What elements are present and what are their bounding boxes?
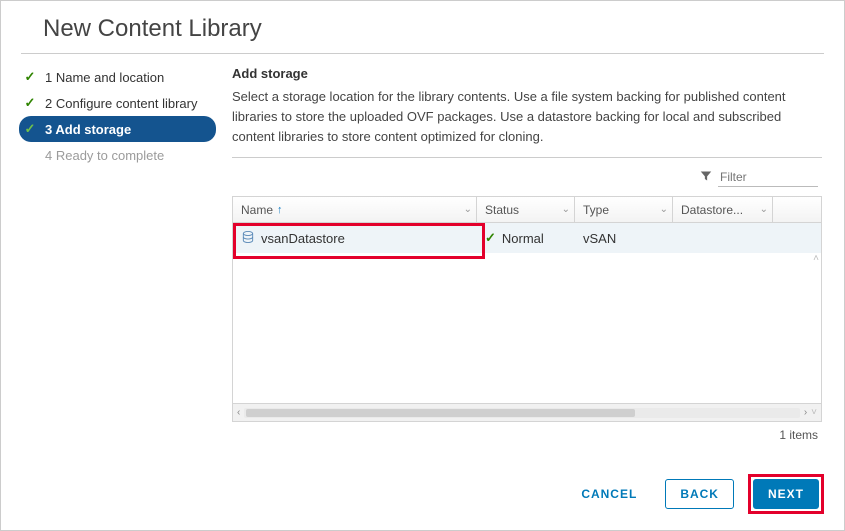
- filter-row: [232, 164, 822, 190]
- datastore-icon: [241, 230, 255, 247]
- step-list: ✓ 1 Name and location ✓ 2 Configure cont…: [1, 54, 226, 462]
- sort-asc-icon: ↑: [277, 204, 283, 216]
- cell-spacer: [773, 223, 821, 253]
- grid-body: vsanDatastore ✓ Normal vSAN: [233, 223, 821, 403]
- chevron-down-icon[interactable]: ⌄: [660, 204, 668, 215]
- wizard-footer: CANCEL BACK NEXT: [1, 462, 844, 530]
- scroll-down-icon[interactable]: ˅: [811, 407, 817, 418]
- step-label: 4 Ready to complete: [45, 148, 164, 163]
- filter-input[interactable]: [718, 168, 818, 187]
- cell-status-text: Normal: [502, 231, 544, 246]
- wizard-body: ✓ 1 Name and location ✓ 2 Configure cont…: [1, 54, 844, 462]
- table-row[interactable]: vsanDatastore ✓ Normal vSAN: [233, 223, 821, 253]
- column-type[interactable]: Type ⌄: [575, 197, 673, 222]
- cell-name-text: vsanDatastore: [261, 231, 345, 246]
- column-datastore-cluster[interactable]: Datastore... ⌄: [673, 197, 773, 222]
- scroll-up-icon[interactable]: ˄: [813, 253, 819, 264]
- column-label: Name: [241, 203, 273, 217]
- step-label: 2 Configure content library: [45, 96, 197, 111]
- column-label: Type: [583, 203, 609, 217]
- column-spacer: [773, 197, 821, 222]
- section-description: Select a storage location for the librar…: [232, 87, 822, 147]
- status-ok-icon: ✓: [485, 230, 496, 246]
- step-name-location[interactable]: ✓ 1 Name and location: [19, 64, 216, 90]
- check-icon: ✓: [23, 69, 37, 85]
- chevron-down-icon[interactable]: ⌄: [562, 204, 570, 215]
- scroll-left-icon[interactable]: ‹: [237, 407, 240, 418]
- grid-items-count: 1 items: [232, 422, 822, 444]
- datastore-grid: Name ↑ ⌄ Status ⌄ Type ⌄ Datastore...: [232, 196, 822, 422]
- check-icon: ✓: [23, 95, 37, 111]
- column-status[interactable]: Status ⌄: [477, 197, 575, 222]
- column-name[interactable]: Name ↑ ⌄: [233, 197, 477, 222]
- highlight-next: NEXT: [748, 474, 824, 514]
- step-configure-library[interactable]: ✓ 2 Configure content library: [19, 90, 216, 116]
- step-ready-complete: ✓ 4 Ready to complete: [19, 142, 216, 168]
- chevron-down-icon[interactable]: ⌄: [760, 204, 768, 215]
- cell-name: vsanDatastore: [233, 223, 477, 253]
- next-button[interactable]: NEXT: [753, 479, 819, 509]
- back-button[interactable]: BACK: [665, 479, 734, 509]
- column-label: Datastore...: [681, 203, 743, 217]
- divider: [232, 157, 822, 158]
- new-content-library-wizard: New Content Library ✓ 1 Name and locatio…: [0, 0, 845, 531]
- main-panel: Add storage Select a storage location fo…: [226, 54, 844, 462]
- cell-status: ✓ Normal: [477, 223, 575, 253]
- column-label: Status: [485, 203, 519, 217]
- cell-type: vSAN: [575, 223, 673, 253]
- grid-header: Name ↑ ⌄ Status ⌄ Type ⌄ Datastore...: [233, 197, 821, 223]
- scroll-track[interactable]: [244, 408, 799, 418]
- step-label: 3 Add storage: [45, 122, 131, 137]
- wizard-title: New Content Library: [21, 1, 824, 54]
- horizontal-scrollbar[interactable]: ‹ › ˅: [233, 403, 821, 421]
- scroll-thumb[interactable]: [246, 409, 635, 417]
- step-label: 1 Name and location: [45, 70, 164, 85]
- cancel-button[interactable]: CANCEL: [567, 480, 651, 508]
- cell-cluster: [673, 223, 773, 253]
- cell-type-text: vSAN: [583, 231, 616, 246]
- filter-icon[interactable]: [700, 170, 712, 185]
- chevron-down-icon[interactable]: ⌄: [464, 204, 472, 215]
- section-heading: Add storage: [232, 66, 822, 81]
- check-icon: ✓: [23, 121, 37, 137]
- step-add-storage[interactable]: ✓ 3 Add storage: [19, 116, 216, 142]
- scroll-right-icon[interactable]: ›: [804, 407, 807, 418]
